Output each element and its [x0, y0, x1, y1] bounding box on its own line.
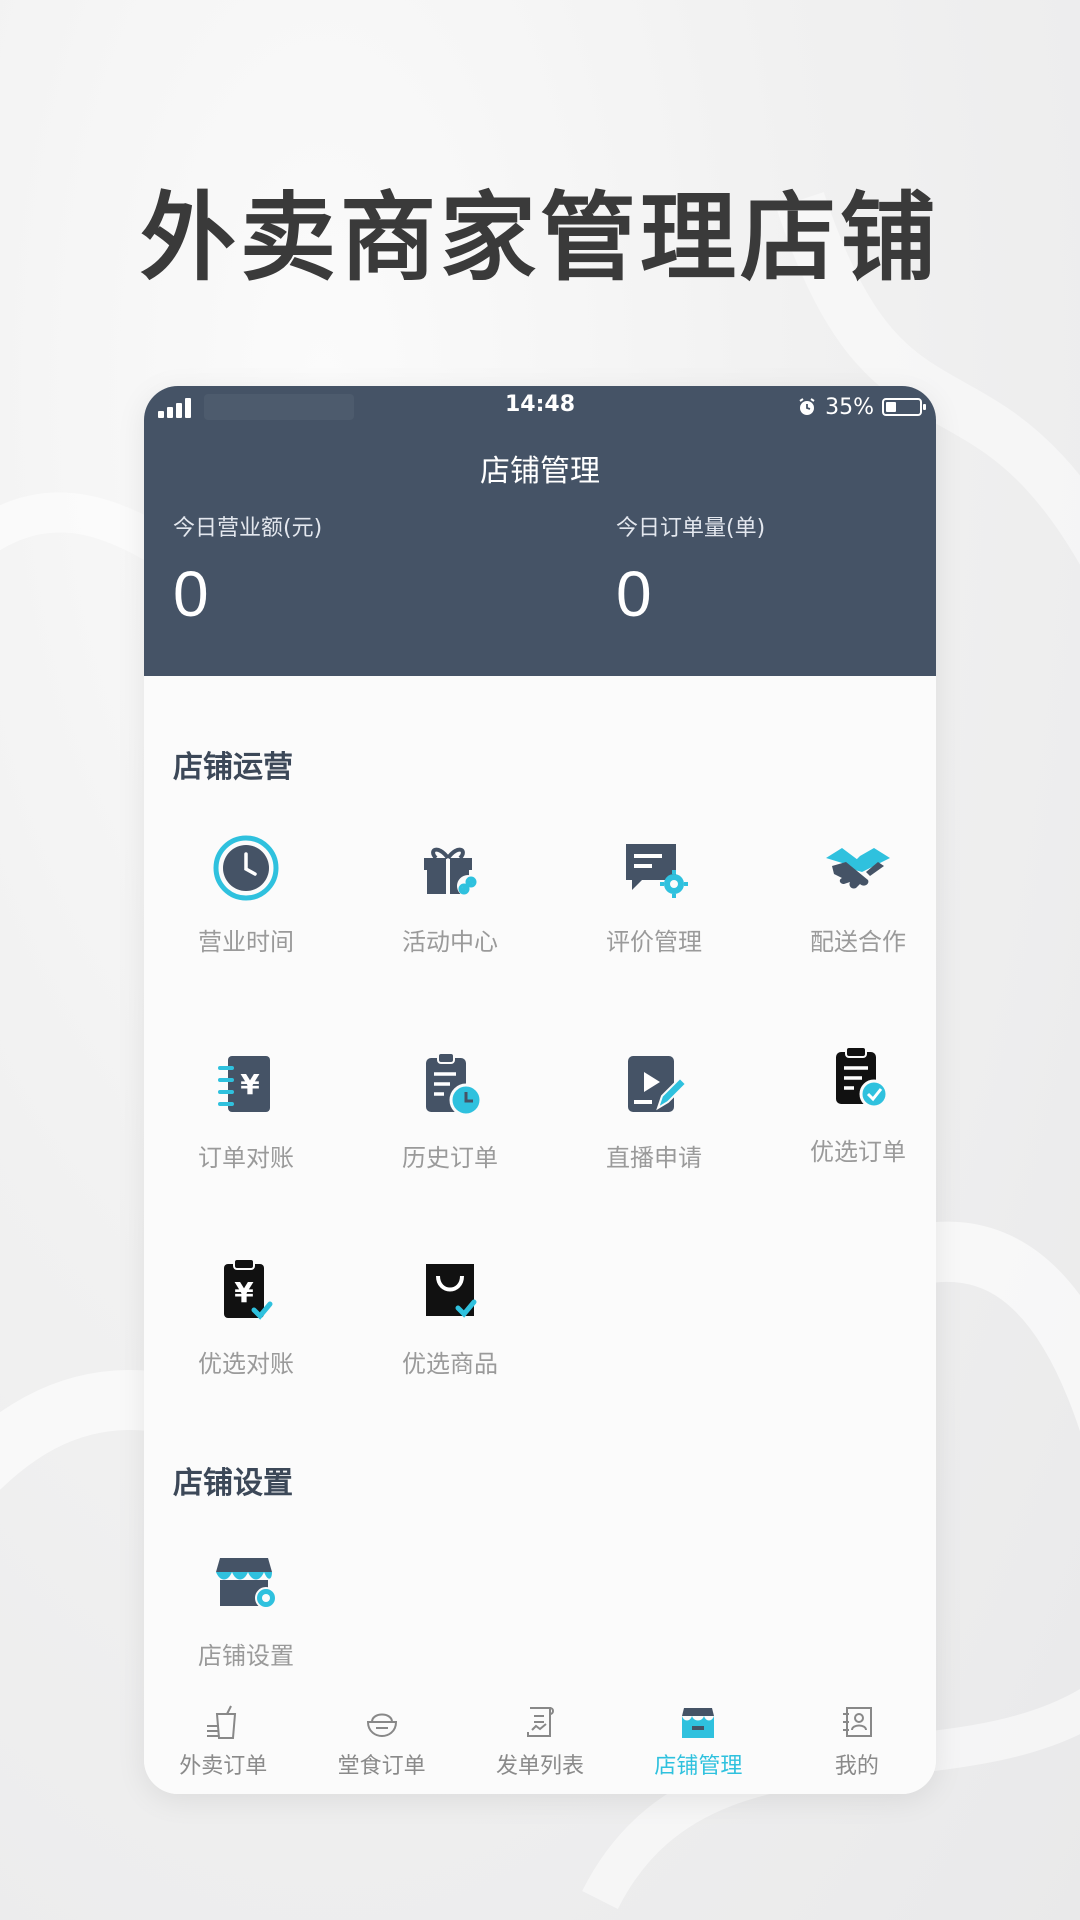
live-edit-icon: [628, 1056, 688, 1112]
tab-takeout-orders[interactable]: 外卖订单: [144, 1684, 302, 1794]
stat-revenue-value: 0: [173, 558, 209, 630]
tab-store-management[interactable]: 店铺管理: [619, 1684, 777, 1794]
clipboard-yen-icon: ¥: [224, 1258, 273, 1320]
shopping-bag-icon: [426, 1264, 477, 1318]
menu-order-reconciliation[interactable]: ¥ 订单对账: [144, 1048, 348, 1173]
header: 14:48 35% 店铺管理 今日营业额(元) 0 今日订单量(单) 0: [144, 386, 936, 676]
stat-revenue: 今日营业额(元) 0: [173, 510, 322, 626]
phone-screen: 14:48 35% 店铺管理 今日营业额(元) 0 今日订单量(单) 0 店铺运…: [144, 386, 936, 1794]
menu-preferred-goods[interactable]: 优选商品: [348, 1254, 552, 1379]
tab-label: 店铺管理: [654, 1754, 743, 1779]
menu-label: 优选商品: [402, 1350, 498, 1378]
status-bar: 14:48 35%: [144, 386, 936, 430]
menu-label: 活动中心: [402, 928, 498, 956]
tab-label: 堂食订单: [337, 1754, 426, 1779]
tab-dispatch-list[interactable]: 发单列表: [461, 1684, 619, 1794]
battery-percent: 35%: [825, 394, 874, 420]
clipboard-check-icon: [836, 1046, 889, 1109]
bottom-tab-bar: 外卖订单 堂食订单 发单列表 店铺管理 我的: [144, 1684, 936, 1794]
alarm-icon: [799, 398, 815, 415]
battery-icon: [882, 398, 926, 416]
stat-orders-label: 今日订单量(单): [616, 516, 766, 541]
store-gear-icon: [216, 1558, 277, 1609]
ledger-yen-icon: ¥: [218, 1056, 270, 1112]
menu-store-settings[interactable]: 店铺设置: [144, 1546, 348, 1671]
menu-label: 优选订单: [810, 1138, 906, 1166]
menu-preferred-orders[interactable]: 优选订单: [756, 1042, 936, 1167]
store-icon: [682, 1708, 715, 1738]
tab-mine[interactable]: 我的: [778, 1684, 936, 1794]
menu-label: 历史订单: [402, 1144, 498, 1172]
menu-label: 营业时间: [198, 928, 294, 956]
menu-activity-center[interactable]: 活动中心: [348, 832, 552, 957]
stat-revenue-label: 今日营业额(元): [173, 516, 323, 541]
menu-label: 直播申请: [606, 1144, 702, 1172]
stat-orders-value: 0: [616, 558, 652, 630]
menu-review-management[interactable]: 评价管理: [552, 832, 756, 957]
profile-card-icon: [842, 1707, 872, 1737]
bowl-icon: [366, 1713, 397, 1738]
section-title-settings: 店铺设置: [173, 1466, 293, 1501]
menu-label: 优选对账: [198, 1350, 294, 1378]
gift-icon: [424, 847, 479, 897]
tab-label: 我的: [834, 1754, 879, 1779]
svg-text:¥: ¥: [234, 1276, 254, 1309]
menu-business-hours[interactable]: 营业时间: [144, 832, 348, 957]
menu-live-apply[interactable]: 直播申请: [552, 1048, 756, 1173]
menu-label: 店铺设置: [198, 1642, 294, 1670]
svg-text:¥: ¥: [240, 1068, 260, 1101]
menu-label: 评价管理: [606, 928, 702, 956]
review-gear-icon: [626, 844, 688, 898]
promo-headline: 外卖商家管理店铺: [140, 182, 940, 294]
menu-delivery-partner[interactable]: 配送合作: [756, 832, 936, 957]
tab-label: 外卖订单: [179, 1754, 268, 1779]
document-list-icon: [527, 1707, 555, 1737]
takeout-cup-icon: [207, 1705, 237, 1739]
tab-label: 发单列表: [496, 1754, 585, 1779]
menu-label: 配送合作: [810, 928, 906, 956]
stat-orders: 今日订单量(单) 0: [616, 510, 765, 626]
handshake-icon: [826, 848, 890, 889]
menu-label: 订单对账: [198, 1144, 294, 1172]
clock-icon: [213, 835, 279, 901]
tab-dine-in-orders[interactable]: 堂食订单: [302, 1684, 460, 1794]
page-title: 店铺管理: [480, 454, 600, 489]
section-title-operations: 店铺运营: [173, 750, 293, 785]
menu-preferred-reconciliation[interactable]: ¥ 优选对账: [144, 1254, 348, 1379]
history-clipboard-icon: [426, 1052, 483, 1117]
menu-history-orders[interactable]: 历史订单: [348, 1048, 552, 1173]
